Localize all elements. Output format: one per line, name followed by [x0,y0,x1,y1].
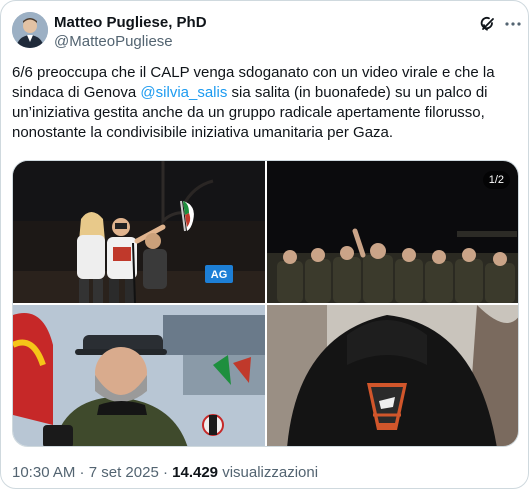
meta-separator: · [158,464,173,481]
author-names: Matteo Pugliese, PhD @MatteoPugliese [54,13,207,51]
tweet-header: Matteo Pugliese, PhD @MatteoPugliese [12,12,522,52]
tweet-time[interactable]: 10:30 AM [12,464,75,481]
media-grid: AG 1/2 [12,160,519,447]
tweet-card[interactable]: Matteo Pugliese, PhD @MatteoPugliese 6/6… [0,0,529,489]
tweet-date[interactable]: 7 set 2025 [89,464,159,481]
tweet-text: 6/6 preoccupa che il CALP venga sdoganat… [12,63,519,143]
views-count: 14.429 [172,464,219,481]
media-photo-man[interactable] [13,305,265,446]
media-logo-text: AG [211,269,228,281]
mention-link[interactable]: @silvia_salis [140,84,227,101]
tweet-meta: 10:30 AM · 7 set 2025 · 14.429 visualizz… [12,463,318,483]
user-handle[interactable]: @MatteoPugliese [54,33,207,51]
views-label: visualizzazioni [218,464,319,481]
grok-icon[interactable] [478,14,498,34]
media-counter-badge: 1/2 [482,171,510,189]
media-photo-crowd[interactable]: 1/2 [267,161,518,303]
media-photo-stage[interactable]: AG [13,161,265,303]
avatar[interactable] [12,12,48,48]
media-photo-jacket[interactable] [267,305,518,446]
display-name[interactable]: Matteo Pugliese, PhD [54,13,207,33]
more-options-icon[interactable] [504,14,522,34]
meta-separator: · [75,464,89,481]
